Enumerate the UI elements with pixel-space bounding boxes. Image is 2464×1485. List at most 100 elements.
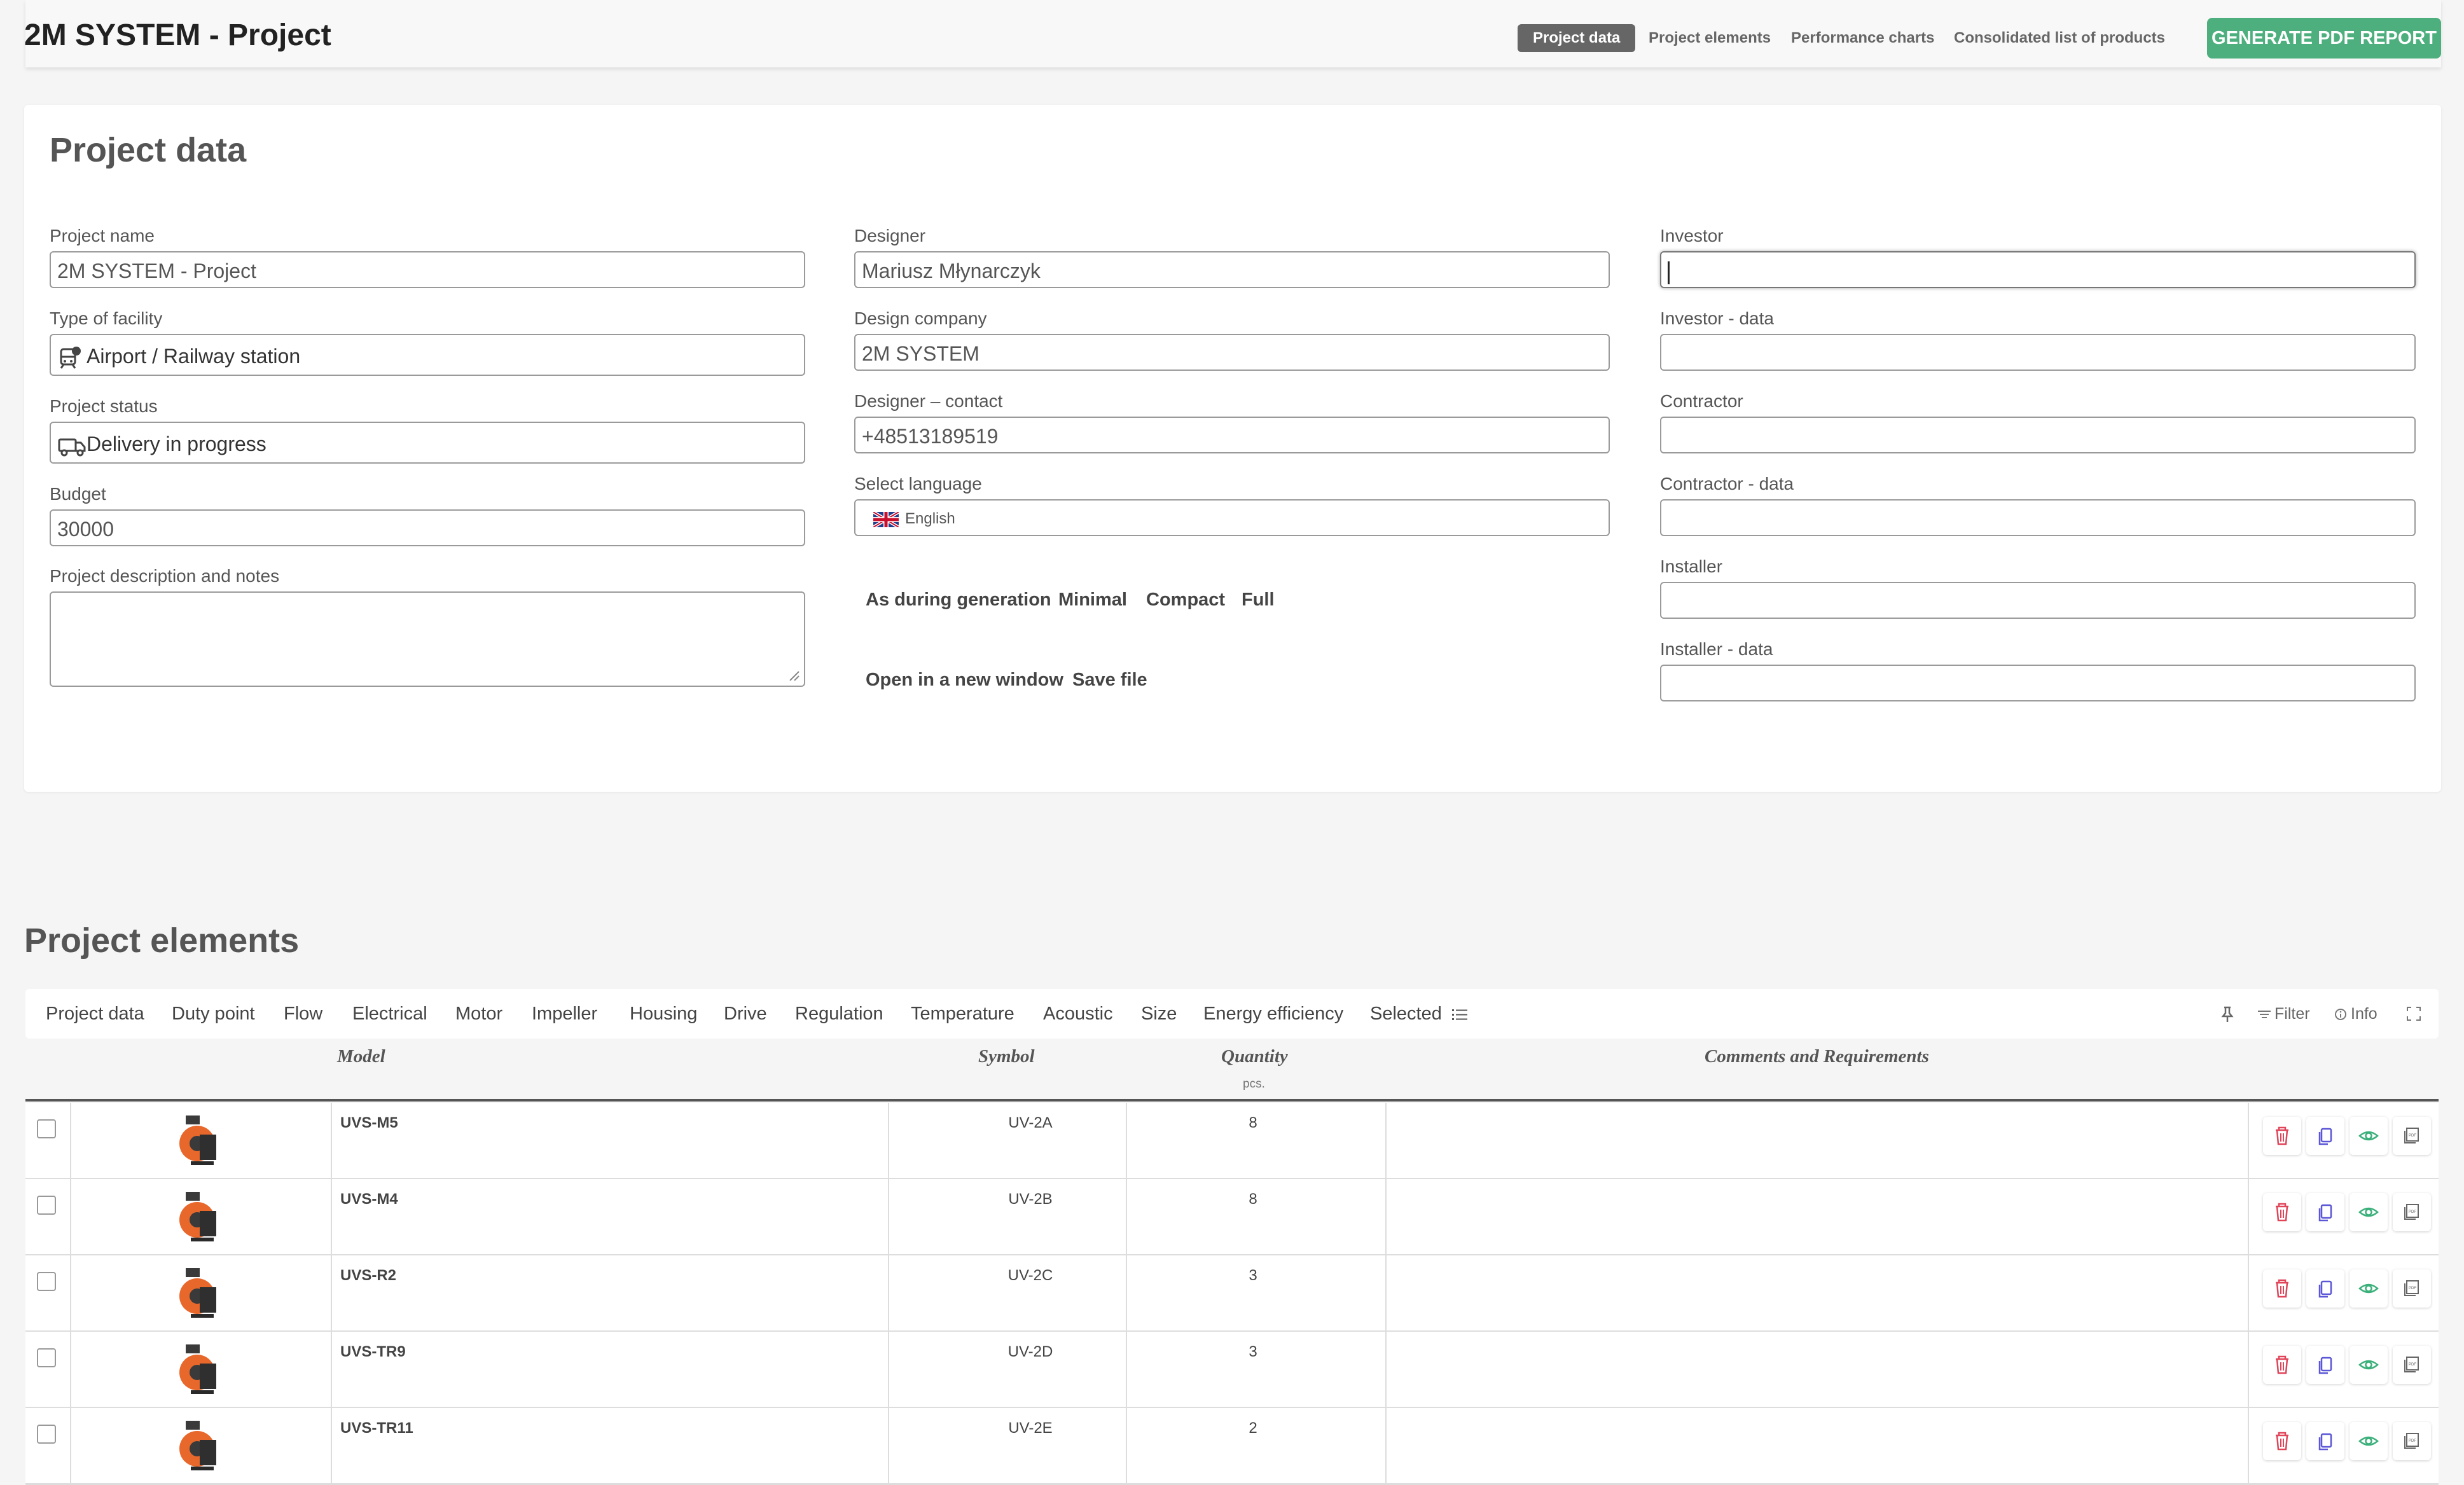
text-caret bbox=[1668, 261, 1670, 284]
eye-icon bbox=[2358, 1283, 2379, 1294]
duplicate-button[interactable] bbox=[2306, 1269, 2344, 1308]
pin-icon[interactable] bbox=[2220, 1005, 2235, 1023]
installer-data-input[interactable] bbox=[1660, 665, 2416, 701]
delete-button[interactable] bbox=[2263, 1193, 2301, 1231]
tab-selected[interactable]: Selected bbox=[1370, 989, 1467, 1039]
row-quantity: 3 bbox=[1249, 1343, 1257, 1360]
tab-energy-efficiency[interactable]: Energy efficiency bbox=[1203, 989, 1343, 1039]
row-checkbox[interactable] bbox=[37, 1272, 56, 1291]
duplicate-button[interactable] bbox=[2306, 1117, 2344, 1155]
row-checkbox[interactable] bbox=[37, 1425, 56, 1444]
facility-value: Airport / Railway station bbox=[87, 345, 301, 368]
installer-input[interactable] bbox=[1660, 582, 2416, 619]
duplicate-button[interactable] bbox=[2306, 1346, 2344, 1384]
tab-acoustic[interactable]: Acoustic bbox=[1043, 989, 1113, 1039]
column-comments[interactable]: Comments and Requirements bbox=[1705, 1046, 1929, 1067]
option-compact[interactable]: Compact bbox=[1146, 590, 1225, 611]
column-model[interactable]: Model bbox=[337, 1046, 385, 1067]
project-name-value: 2M SYSTEM - Project bbox=[57, 259, 256, 282]
pdf-button[interactable]: PDF bbox=[2393, 1422, 2431, 1460]
budget-input[interactable]: 30000 bbox=[50, 509, 805, 546]
contact-input[interactable]: +48513189519 bbox=[854, 417, 1610, 453]
delete-button[interactable] bbox=[2263, 1269, 2301, 1308]
app-title: 2M SYSTEM - Project bbox=[24, 18, 331, 52]
delete-button[interactable] bbox=[2263, 1117, 2301, 1155]
tab-housing[interactable]: Housing bbox=[630, 989, 697, 1039]
row-checkbox[interactable] bbox=[37, 1196, 56, 1215]
table-row[interactable]: UVS-TR11 UV-2E 2 PDF bbox=[25, 1408, 2439, 1485]
nav-project-data[interactable]: Project data bbox=[1518, 24, 1636, 52]
designer-input[interactable]: Mariusz Młynarczyk bbox=[854, 251, 1610, 288]
option-as-during-generation[interactable]: As during generation bbox=[866, 590, 1051, 611]
duplicate-button[interactable] bbox=[2306, 1193, 2344, 1231]
trash-icon bbox=[2276, 1355, 2288, 1374]
pdf-button[interactable]: PDF bbox=[2393, 1117, 2431, 1155]
table-row[interactable]: UVS-TR9 UV-2D 3 PDF bbox=[25, 1332, 2439, 1409]
info-icon bbox=[2335, 1009, 2346, 1021]
tab-electrical[interactable]: Electrical bbox=[352, 989, 427, 1039]
contractor-input[interactable] bbox=[1660, 417, 2416, 453]
info-button[interactable]: Info bbox=[2334, 989, 2377, 1039]
tab-duty-point[interactable]: Duty point bbox=[172, 989, 255, 1039]
filter-button[interactable]: Filter bbox=[2258, 989, 2310, 1039]
nav-performance-charts[interactable]: Performance charts bbox=[1791, 24, 1934, 52]
pdf-button[interactable]: PDF bbox=[2393, 1269, 2431, 1308]
nav-project-elements[interactable]: Project elements bbox=[1649, 24, 1771, 52]
contractor-data-input[interactable] bbox=[1660, 499, 2416, 536]
tab-drive[interactable]: Drive bbox=[724, 989, 767, 1039]
contact-label: Designer – contact bbox=[854, 391, 1003, 411]
fullscreen-icon[interactable] bbox=[2407, 1007, 2421, 1021]
pdf-button[interactable]: PDF bbox=[2393, 1193, 2431, 1231]
copy-icon bbox=[2318, 1433, 2332, 1451]
row-model: UVS-TR11 bbox=[340, 1419, 413, 1437]
column-symbol[interactable]: Symbol bbox=[978, 1046, 1035, 1067]
option-save-file[interactable]: Save file bbox=[1072, 670, 1147, 691]
facility-label: Type of facility bbox=[50, 308, 163, 328]
row-quantity: 3 bbox=[1249, 1267, 1257, 1284]
copy-icon bbox=[2318, 1128, 2332, 1145]
pdf-icon: PDF bbox=[2404, 1204, 2419, 1220]
row-checkbox[interactable] bbox=[37, 1348, 56, 1367]
project-name-input[interactable]: 2M SYSTEM - Project bbox=[50, 251, 805, 288]
tab-project-data[interactable]: Project data bbox=[46, 989, 144, 1039]
tab-regulation[interactable]: Regulation bbox=[795, 989, 883, 1039]
budget-label: Budget bbox=[50, 484, 106, 504]
tab-flow[interactable]: Flow bbox=[284, 989, 322, 1039]
company-label: Design company bbox=[854, 308, 987, 328]
fan-thumbnail-icon bbox=[179, 1115, 216, 1165]
trash-icon bbox=[2276, 1279, 2288, 1298]
table-row[interactable]: UVS-R2 UV-2C 3 PDF bbox=[25, 1255, 2439, 1332]
pdf-icon: PDF bbox=[2404, 1128, 2419, 1143]
investor-input[interactable] bbox=[1660, 251, 2416, 288]
nav-consolidated-list[interactable]: Consolidated list of products bbox=[1954, 24, 2165, 52]
facility-select[interactable]: Airport / Railway station bbox=[50, 334, 805, 376]
company-input[interactable]: 2M SYSTEM bbox=[854, 334, 1610, 371]
preview-button[interactable] bbox=[2350, 1422, 2388, 1460]
investor-data-input[interactable] bbox=[1660, 334, 2416, 371]
option-minimal[interactable]: Minimal bbox=[1058, 590, 1127, 611]
table-row[interactable]: UVS-M4 UV-2B 8 PDF bbox=[25, 1179, 2439, 1256]
column-quantity[interactable]: Quantity bbox=[1221, 1046, 1288, 1067]
svg-text:PDF: PDF bbox=[2409, 1134, 2416, 1138]
tab-motor[interactable]: Motor bbox=[455, 989, 502, 1039]
preview-button[interactable] bbox=[2350, 1193, 2388, 1231]
preview-button[interactable] bbox=[2350, 1269, 2388, 1308]
generate-pdf-report-button[interactable]: GENERATE PDF REPORT bbox=[2207, 18, 2441, 59]
delete-button[interactable] bbox=[2263, 1346, 2301, 1384]
row-checkbox[interactable] bbox=[37, 1119, 56, 1138]
option-open-new-window[interactable]: Open in a new window bbox=[866, 670, 1063, 691]
description-textarea[interactable] bbox=[50, 591, 805, 687]
tab-size[interactable]: Size bbox=[1141, 989, 1177, 1039]
status-select[interactable]: Delivery in progress bbox=[50, 422, 805, 464]
option-full[interactable]: Full bbox=[1242, 590, 1275, 611]
table-row[interactable]: UVS-M5 UV-2A 8 PDF bbox=[25, 1103, 2439, 1180]
elements-tab-bar: Project data Duty point Flow Electrical … bbox=[25, 989, 2439, 1039]
duplicate-button[interactable] bbox=[2306, 1422, 2344, 1460]
preview-button[interactable] bbox=[2350, 1346, 2388, 1384]
language-select[interactable]: English bbox=[854, 499, 1610, 536]
tab-temperature[interactable]: Temperature bbox=[911, 989, 1014, 1039]
delete-button[interactable] bbox=[2263, 1422, 2301, 1460]
preview-button[interactable] bbox=[2350, 1117, 2388, 1155]
tab-impeller[interactable]: Impeller bbox=[532, 989, 597, 1039]
pdf-button[interactable]: PDF bbox=[2393, 1346, 2431, 1384]
